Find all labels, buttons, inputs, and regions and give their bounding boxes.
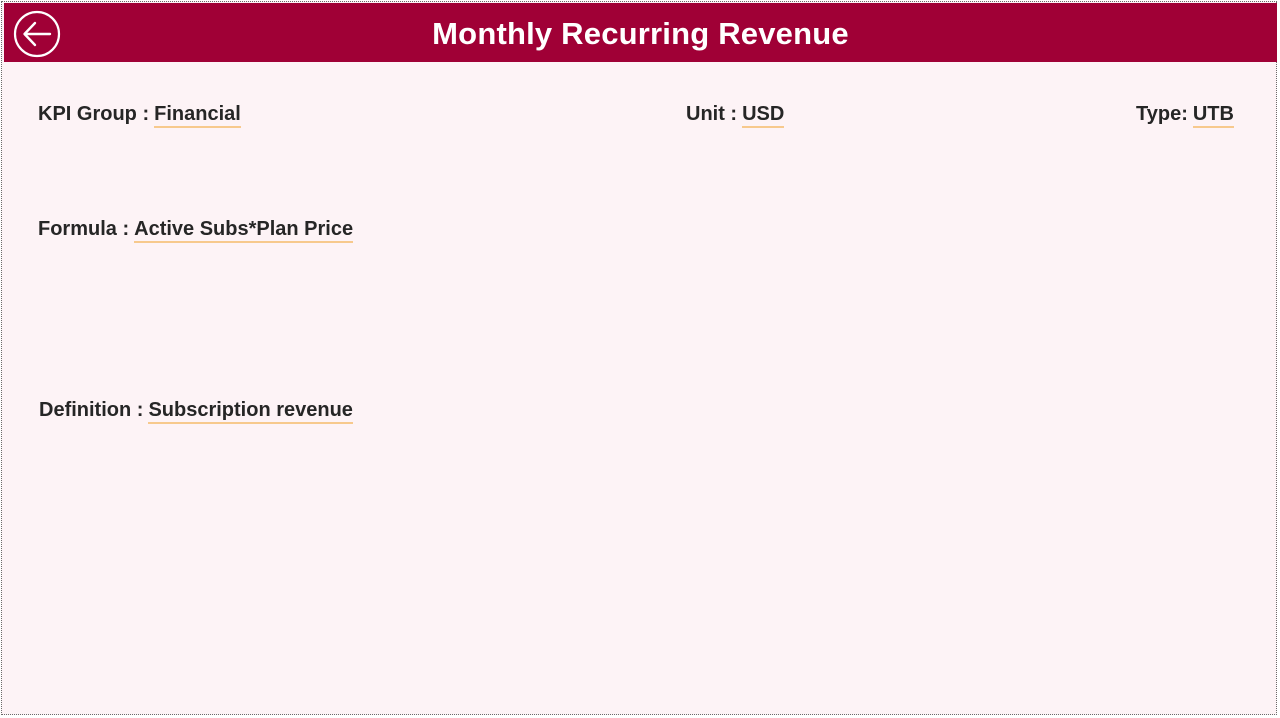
formula-label: Formula : [38, 218, 130, 240]
unit-value: USD [742, 103, 785, 128]
kpi-definition-canvas: Monthly Recurring Revenue KPI Group : Fin… [1, 1, 1277, 715]
header-bar: Monthly Recurring Revenue [4, 3, 1277, 62]
unit-label: Unit : [686, 103, 738, 125]
type-field: Type: UTB [1136, 103, 1234, 128]
back-button[interactable] [13, 10, 61, 58]
definition-value: Subscription revenue [148, 399, 353, 424]
type-value: UTB [1192, 103, 1234, 128]
page-title: Monthly Recurring Revenue [432, 16, 849, 51]
unit-field: Unit : USD [686, 103, 785, 128]
definition-field: Definition : Subscription revenue [39, 399, 353, 424]
kpi-group-value: Financial [154, 103, 241, 128]
kpi-group-label: KPI Group : [38, 103, 150, 125]
kpi-group-field: KPI Group : Financial [38, 103, 241, 128]
formula-value: Active Subs*Plan Price [134, 218, 354, 243]
formula-field: Formula : Active Subs*Plan Price [38, 218, 354, 243]
back-arrow-circle-icon [13, 10, 61, 58]
type-label: Type: [1136, 103, 1188, 125]
definition-label: Definition : [39, 399, 144, 421]
